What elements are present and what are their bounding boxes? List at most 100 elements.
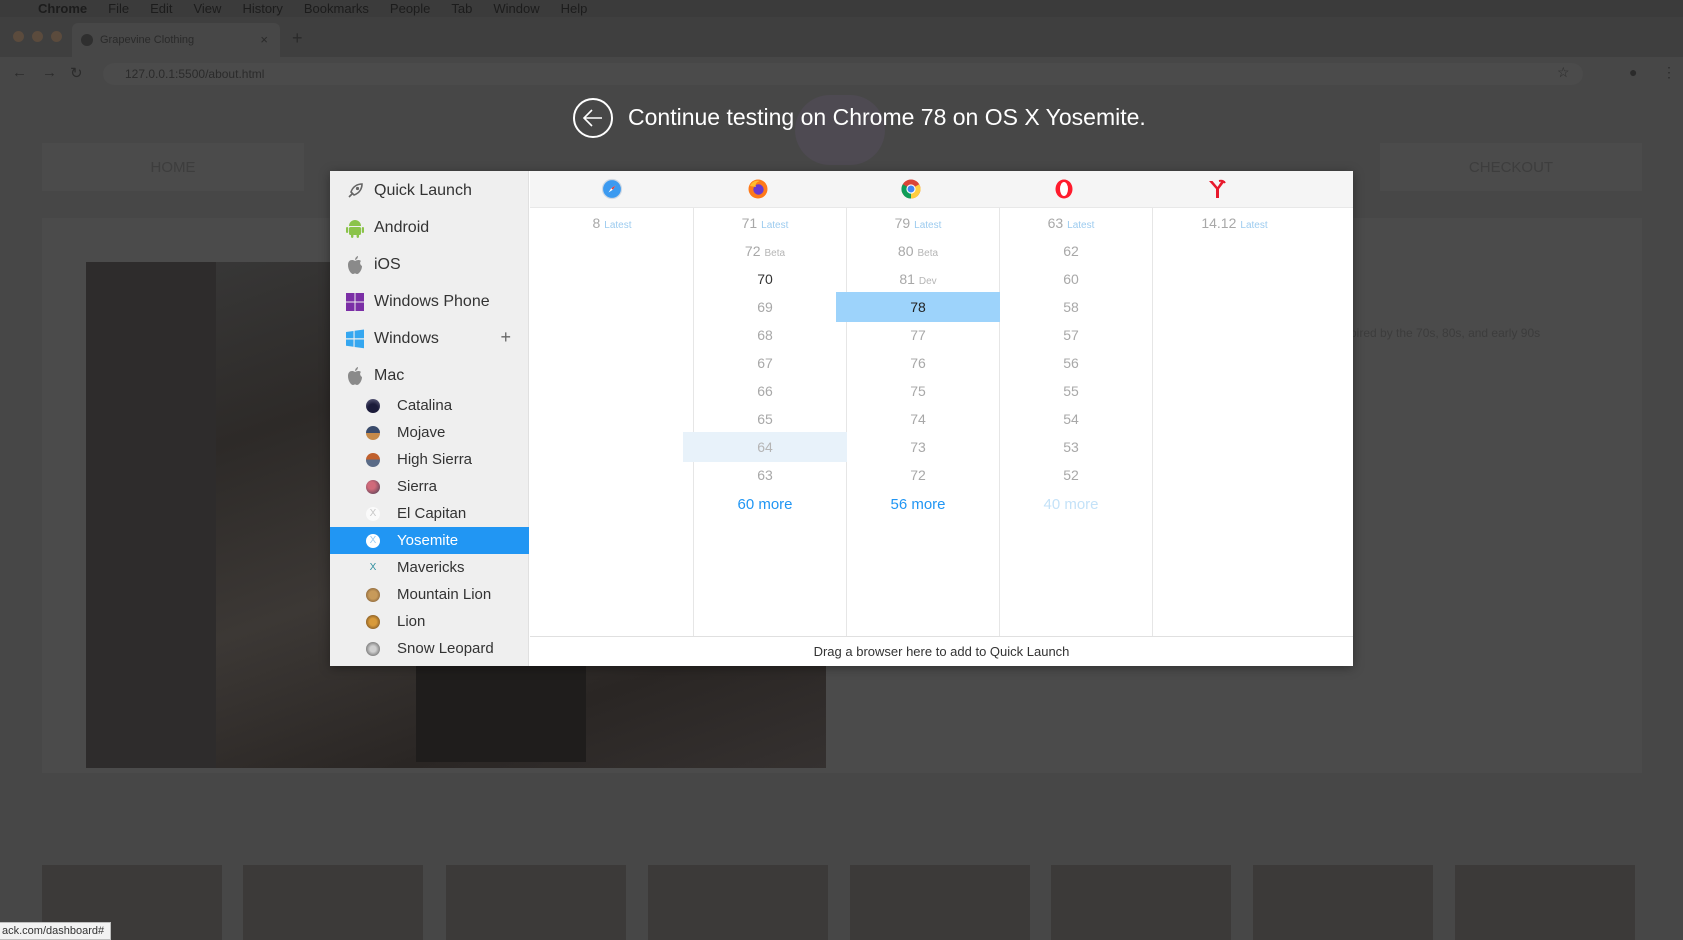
mac-version-lion[interactable]: Lion (330, 608, 529, 635)
version-number: 78 (910, 299, 926, 315)
menubar-item: History (242, 1, 283, 16)
version-number: 72 (910, 467, 926, 483)
chrome-icon[interactable] (900, 178, 922, 200)
sidebar-item-label: iOS (374, 255, 401, 273)
sidebar-item-mac[interactable]: Mac (330, 357, 529, 394)
version-number: 74 (910, 411, 926, 427)
thumbnail (1253, 865, 1433, 940)
version-row[interactable]: 55 (989, 376, 1153, 406)
version-row[interactable]: 66 (683, 376, 847, 406)
version-row[interactable]: 52 (989, 460, 1153, 490)
version-row[interactable]: 58 (989, 292, 1153, 322)
mac-version-label: Yosemite (397, 532, 459, 549)
windows-icon (344, 328, 366, 350)
back-button[interactable] (573, 98, 613, 138)
version-row-selected[interactable]: 78 (836, 292, 1000, 322)
version-row[interactable]: 73 (836, 432, 1000, 462)
version-number: 80 (897, 243, 914, 259)
version-row[interactable]: 14.12 Latest (1142, 208, 1327, 238)
version-number: 8 (592, 215, 601, 231)
version-row[interactable]: 69 (683, 292, 847, 322)
version-number: 60 (1063, 271, 1079, 287)
version-row[interactable]: 53 (989, 432, 1153, 462)
version-number: 62 (1063, 243, 1079, 259)
mac-version-snow-leopard[interactable]: Snow Leopard (330, 635, 529, 662)
version-tag: Latest (1240, 220, 1268, 231)
menubar-item: View (193, 1, 222, 16)
mac-version-mojave[interactable]: Mojave (330, 419, 529, 446)
version-row[interactable]: 63 (683, 460, 847, 490)
sidebar-item-android[interactable]: Android (330, 209, 529, 246)
firefox-icon[interactable] (747, 178, 769, 200)
sidebar-item-quick-launch[interactable]: Quick Launch (330, 172, 529, 209)
version-number: 65 (757, 411, 773, 427)
new-tab-icon: + (292, 28, 303, 48)
version-number: 73 (910, 439, 926, 455)
reload-icon: ↻ (70, 65, 83, 82)
sidebar-item-windows[interactable]: Windows + (330, 320, 529, 357)
browser-tab-title: Grapevine Clothing (100, 34, 195, 46)
high-sierra-icon (366, 452, 380, 467)
version-row[interactable]: 72 Beta (683, 236, 847, 266)
version-row[interactable]: 71 Latest (683, 208, 847, 238)
version-number: 14.12 (1201, 215, 1237, 231)
sidebar-item-windows-phone[interactable]: Windows Phone (330, 283, 529, 320)
thumbnail (1051, 865, 1231, 940)
expand-plus-icon[interactable]: + (500, 327, 511, 348)
version-row[interactable]: 65 (683, 404, 847, 434)
mac-version-yosemite[interactable]: X Yosemite (330, 527, 529, 554)
forward-nav-icon: → (42, 64, 57, 81)
version-row[interactable]: 8 Latest (530, 208, 694, 238)
thumbnail (850, 865, 1030, 940)
mac-version-mavericks[interactable]: X Mavericks (330, 554, 529, 581)
version-row[interactable]: 63 Latest (989, 208, 1153, 238)
mac-version-high-sierra[interactable]: High Sierra (330, 446, 529, 473)
quick-launch-dropzone[interactable]: Drag a browser here to add to Quick Laun… (530, 636, 1353, 666)
browser-tab: Grapevine Clothing × (72, 23, 280, 57)
opera-icon[interactable] (1053, 178, 1075, 200)
version-row[interactable]: 72 (836, 460, 1000, 490)
version-row[interactable]: 81 Dev (836, 264, 1000, 294)
version-row[interactable]: 70 (683, 264, 847, 294)
version-row[interactable]: 57 (989, 320, 1153, 350)
version-row[interactable]: 56 (989, 348, 1153, 378)
version-row[interactable]: 60 (989, 264, 1153, 294)
opera-more-link[interactable]: 40 more (989, 496, 1153, 513)
version-row[interactable]: 77 (836, 320, 1000, 350)
version-row[interactable]: 74 (836, 404, 1000, 434)
url-field: 127.0.0.1:5500/about.html (103, 63, 1583, 85)
version-row[interactable]: 79 Latest (836, 208, 1000, 238)
x-icon: X (369, 562, 377, 573)
yandex-icon[interactable] (1206, 178, 1228, 200)
chrome-more-link[interactable]: 56 more (836, 496, 1000, 513)
mac-version-el-capitan[interactable]: X El Capitan (330, 500, 529, 527)
yandex-version-column: 14.12 Latest (1142, 208, 1353, 636)
safari-icon[interactable] (601, 178, 623, 200)
version-row[interactable]: 67 (683, 348, 847, 378)
sidebar-item-ios[interactable]: iOS (330, 246, 529, 283)
browser-header-row (530, 171, 1353, 208)
version-number: 76 (910, 355, 926, 371)
mac-version-sierra[interactable]: Sierra (330, 473, 529, 500)
version-tag: Latest (761, 220, 789, 231)
menubar-item: Window (493, 1, 540, 16)
mac-version-catalina[interactable]: Catalina (330, 392, 529, 419)
back-nav-icon: ← (12, 64, 27, 81)
version-number: 67 (757, 355, 773, 371)
firefox-more-link[interactable]: 60 more (683, 496, 847, 513)
version-row[interactable]: 76 (836, 348, 1000, 378)
version-row[interactable]: 64 (683, 432, 847, 462)
x-icon: X (366, 506, 380, 521)
version-row[interactable]: 54 (989, 404, 1153, 434)
mac-version-mountain-lion[interactable]: Mountain Lion (330, 581, 529, 608)
version-row[interactable]: 68 (683, 320, 847, 350)
chrome-version-column: 79 Latest 80 Beta 81 Dev 78 77 76 75 74 73 … (836, 208, 1000, 636)
version-row[interactable]: 62 (989, 236, 1153, 266)
sidebar-item-label: Windows Phone (374, 292, 490, 310)
version-row[interactable]: 75 (836, 376, 1000, 406)
version-number: 53 (1063, 439, 1079, 455)
version-number: 52 (1063, 467, 1079, 483)
sidebar-item-label: Android (374, 218, 430, 236)
version-row[interactable]: 80 Beta (836, 236, 1000, 266)
x-icon: X (366, 533, 380, 548)
